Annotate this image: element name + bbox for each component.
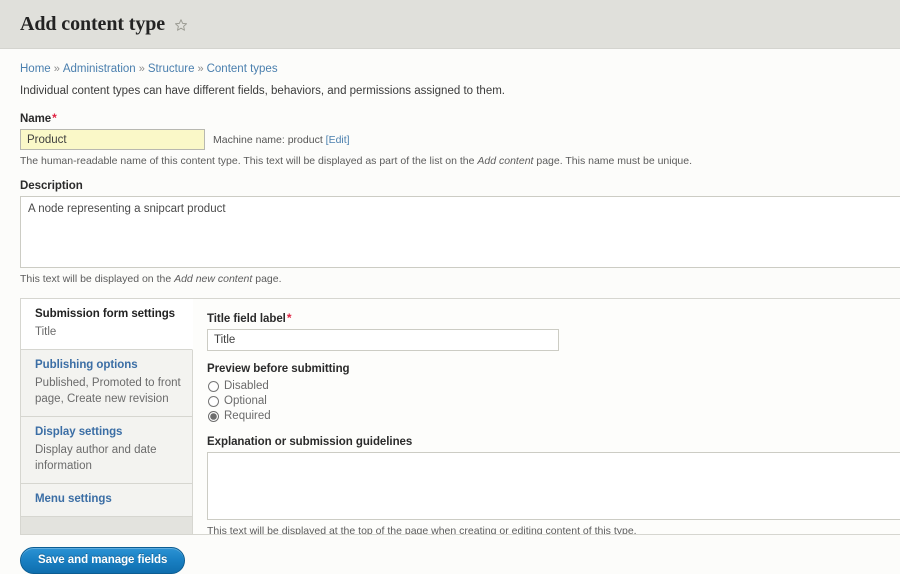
- name-label: Name*: [20, 111, 900, 125]
- description-form-item: Description A node representing a snipca…: [20, 180, 900, 286]
- explanation-textarea[interactable]: [207, 452, 900, 520]
- required-marker: *: [286, 311, 292, 325]
- breadcrumb: Home» Administration» Structure» Content ty…: [20, 61, 900, 77]
- vertical-tab-title: Submission form settings: [35, 308, 176, 320]
- preview-radio-label[interactable]: Required: [224, 409, 271, 424]
- breadcrumb-link-administration[interactable]: Administration: [63, 63, 136, 75]
- vertical-tab-summary: Title: [35, 326, 57, 338]
- description-help-pre: This text will be displayed on the: [20, 273, 175, 285]
- name-label-text: Name: [20, 113, 52, 125]
- explanation-label: Explanation or submission guidelines: [207, 436, 413, 448]
- description-textarea[interactable]: A node representing a snipcart product: [20, 196, 900, 268]
- name-description-pre: The human-readable name of this content …: [20, 155, 478, 167]
- star-outline-icon[interactable]: [174, 18, 188, 32]
- preview-radio-label[interactable]: Disabled: [224, 379, 269, 394]
- machine-name-value: product: [287, 133, 323, 146]
- save-and-manage-fields-button[interactable]: Save and manage fields: [20, 547, 186, 574]
- breadcrumb-separator: »: [138, 63, 145, 75]
- vertical-tab-publishing-options[interactable]: Publishing options Published, Promoted t…: [21, 350, 192, 417]
- title-field-label-text: Title field label: [207, 313, 286, 325]
- breadcrumb-separator: »: [53, 63, 60, 75]
- preview-option-optional[interactable]: Optional: [207, 394, 900, 409]
- page-header: Add content type: [0, 0, 900, 49]
- vertical-tab-title: Publishing options: [35, 359, 138, 371]
- main-content: Home» Administration» Structure» Content ty…: [0, 49, 900, 535]
- preview-radio-optional[interactable]: [208, 396, 219, 407]
- preview-option-disabled[interactable]: Disabled: [207, 379, 900, 394]
- breadcrumb-separator: »: [197, 63, 204, 75]
- breadcrumb-link-structure[interactable]: Structure: [148, 63, 195, 75]
- machine-name-display: Machine name: product [Edit]: [213, 134, 350, 146]
- title-field-input[interactable]: [207, 329, 559, 351]
- vertical-tab-menu-settings[interactable]: Menu settings: [21, 484, 192, 517]
- description-help-emphasis: Add new content: [174, 273, 253, 285]
- title-field-label: Title field label*: [207, 311, 900, 325]
- vertical-tab-summary: Published, Promoted to front page, Creat…: [35, 377, 181, 405]
- preview-option-required[interactable]: Required: [207, 409, 900, 424]
- vertical-tab-title: Menu settings: [35, 493, 112, 505]
- name-description-post: page. This name must be unique.: [533, 155, 693, 167]
- machine-name-prefix: Machine name:: [213, 133, 288, 146]
- name-form-item: Name* Machine name: product [Edit] The h…: [20, 111, 900, 168]
- preview-radio-group: Disabled Optional Required: [207, 379, 900, 424]
- form-actions: Save and manage fields: [0, 535, 900, 574]
- vertical-tabs: Submission form settings Title Publishin…: [20, 298, 900, 535]
- preview-radio-label[interactable]: Optional: [224, 394, 267, 409]
- name-description-emphasis: Add content: [477, 155, 534, 167]
- description-help: This text will be displayed on the Add n…: [20, 272, 900, 286]
- machine-name-edit-link[interactable]: [Edit]: [326, 134, 350, 146]
- breadcrumb-link-content-types[interactable]: Content types: [207, 63, 278, 75]
- preview-radio-required[interactable]: [208, 411, 219, 422]
- vertical-tab-pane-submission-form-settings: Title field label* Preview before submit…: [193, 299, 900, 534]
- vertical-tab-submission-form-settings[interactable]: Submission form settings Title: [21, 299, 193, 350]
- vertical-tabs-filler: [21, 517, 192, 534]
- description-label: Description: [20, 180, 83, 192]
- preview-before-submitting-label: Preview before submitting: [207, 363, 350, 375]
- vertical-tab-display-settings[interactable]: Display settings Display author and date…: [21, 417, 192, 484]
- description-help-post: page.: [252, 273, 282, 285]
- name-description: The human-readable name of this content …: [20, 154, 900, 168]
- required-marker: *: [52, 111, 57, 125]
- intro-text: Individual content types can have differ…: [20, 85, 505, 97]
- preview-radio-disabled[interactable]: [208, 381, 219, 392]
- name-input[interactable]: [20, 129, 205, 150]
- vertical-tabs-menu: Submission form settings Title Publishin…: [21, 299, 193, 534]
- name-row: Machine name: product [Edit]: [20, 129, 900, 150]
- vertical-tab-summary: Display author and date information: [35, 444, 157, 472]
- page-title: Add content type: [20, 12, 166, 35]
- explanation-help: This text will be displayed at the top o…: [207, 525, 637, 534]
- vertical-tab-title: Display settings: [35, 426, 123, 438]
- breadcrumb-link-home[interactable]: Home: [20, 63, 51, 75]
